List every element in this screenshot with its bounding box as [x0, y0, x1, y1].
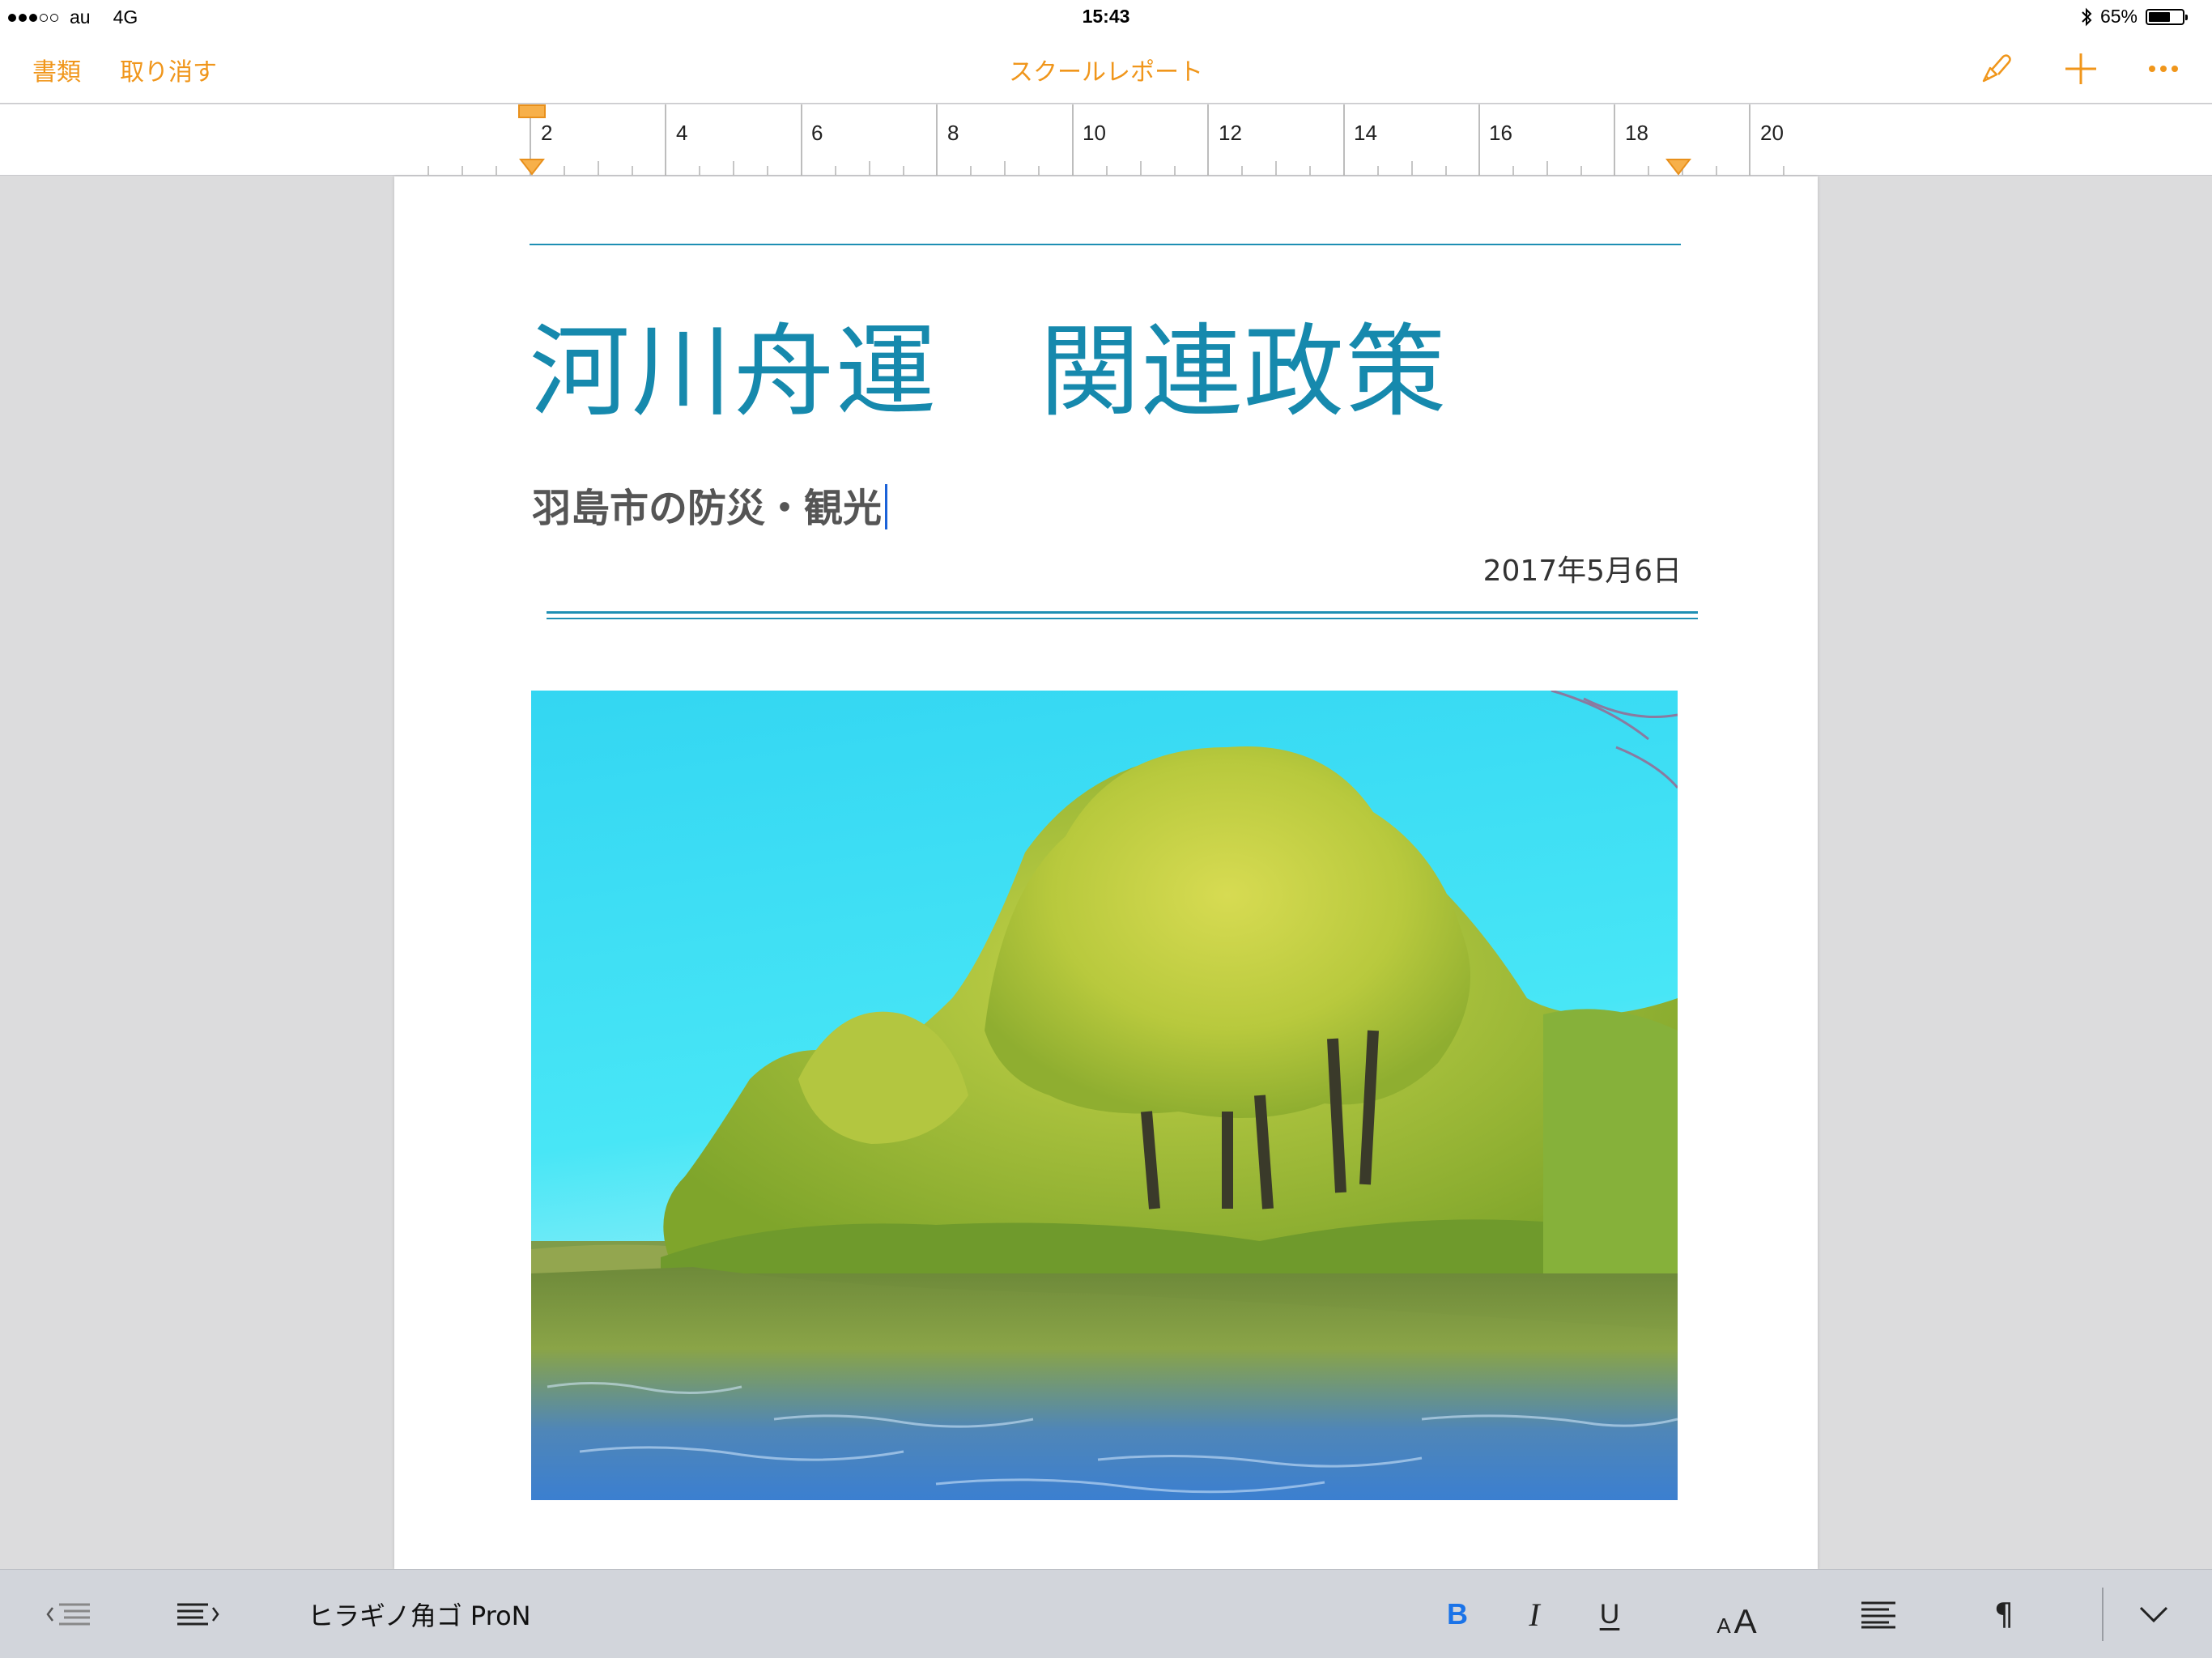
ruler-label: 14: [1354, 121, 1377, 145]
ruler-label: 2: [541, 121, 553, 145]
ruler-label: 20: [1760, 121, 1784, 145]
river-landscape-photo[interactable]: [531, 691, 1678, 1500]
ruler-label: 18: [1625, 121, 1648, 145]
increase-indent-icon: [177, 1603, 219, 1626]
increase-indent-button[interactable]: [162, 1570, 235, 1658]
document-title[interactable]: 河川舟運 関連政策: [530, 290, 1448, 436]
battery-percent: 65%: [2099, 6, 2138, 27]
status-bar: au 4G 15:43 65%: [0, 0, 2212, 34]
font-size-small-label: A: [1716, 1613, 1731, 1638]
decrease-indent-button[interactable]: [32, 1570, 105, 1658]
date-divider-rule-secondary: [547, 618, 1698, 619]
add-icon[interactable]: [2061, 49, 2101, 89]
ruler-label: 4: [676, 121, 688, 145]
dismiss-keyboard-button[interactable]: [2121, 1570, 2186, 1658]
date-divider-rule: [547, 611, 1698, 614]
paragraph-style-button[interactable]: ¶: [1976, 1570, 2032, 1658]
alignment-button[interactable]: [1846, 1570, 1911, 1658]
ruler-label: 6: [811, 121, 823, 145]
first-line-indent-marker[interactable]: [518, 104, 547, 119]
ruler[interactable]: 2 4 6 8 10 12 14 16 18 20: [0, 104, 2212, 176]
font-name-button[interactable]: ヒラギノ角ゴ ProN: [308, 1570, 534, 1658]
bold-button[interactable]: B: [1433, 1570, 1482, 1658]
battery-icon: [2146, 8, 2188, 25]
decrease-indent-icon: [46, 1603, 90, 1626]
document-name[interactable]: スクールレポート: [0, 52, 2212, 87]
keyboard-shortcut-bar: ヒラギノ角ゴ ProN B I U A A ¶: [0, 1569, 2212, 1658]
text-cursor: [885, 484, 888, 529]
document-date[interactable]: 2017年5月6日: [1483, 547, 1682, 589]
app-toolbar: 書類 取り消す スクールレポート: [0, 34, 2212, 104]
toolbar-divider: [2102, 1588, 2104, 1641]
bluetooth-icon: [2082, 7, 2092, 26]
status-right: 65%: [2081, 6, 2188, 28]
left-indent-marker[interactable]: [519, 158, 545, 176]
document-subtitle-wrap[interactable]: 羽島市の防災・観光: [532, 476, 888, 533]
status-time: 15:43: [1082, 6, 1130, 27]
title-top-rule: [530, 244, 1681, 245]
document-page[interactable]: 河川舟運 関連政策 羽島市の防災・観光 2017年5月6日: [394, 176, 1818, 1569]
ruler-label: 12: [1219, 121, 1242, 145]
ruler-label: 8: [947, 121, 959, 145]
italic-button[interactable]: I: [1510, 1570, 1559, 1658]
align-left-icon: [1861, 1601, 1895, 1629]
ruler-ticks: [428, 104, 1784, 176]
more-options-icon[interactable]: [2143, 49, 2184, 89]
chevron-down-icon: [2139, 1606, 2168, 1623]
format-paintbrush-icon[interactable]: [1976, 49, 2016, 89]
underline-button[interactable]: U: [1585, 1570, 1634, 1658]
ruler-label: 10: [1083, 121, 1106, 145]
font-size-button[interactable]: A A: [1700, 1570, 1773, 1658]
document-subtitle[interactable]: 羽島市の防災・観光: [532, 486, 882, 531]
right-indent-marker[interactable]: [1665, 158, 1691, 176]
font-size-large-label: A: [1733, 1602, 1757, 1640]
ruler-label: 16: [1489, 121, 1512, 145]
